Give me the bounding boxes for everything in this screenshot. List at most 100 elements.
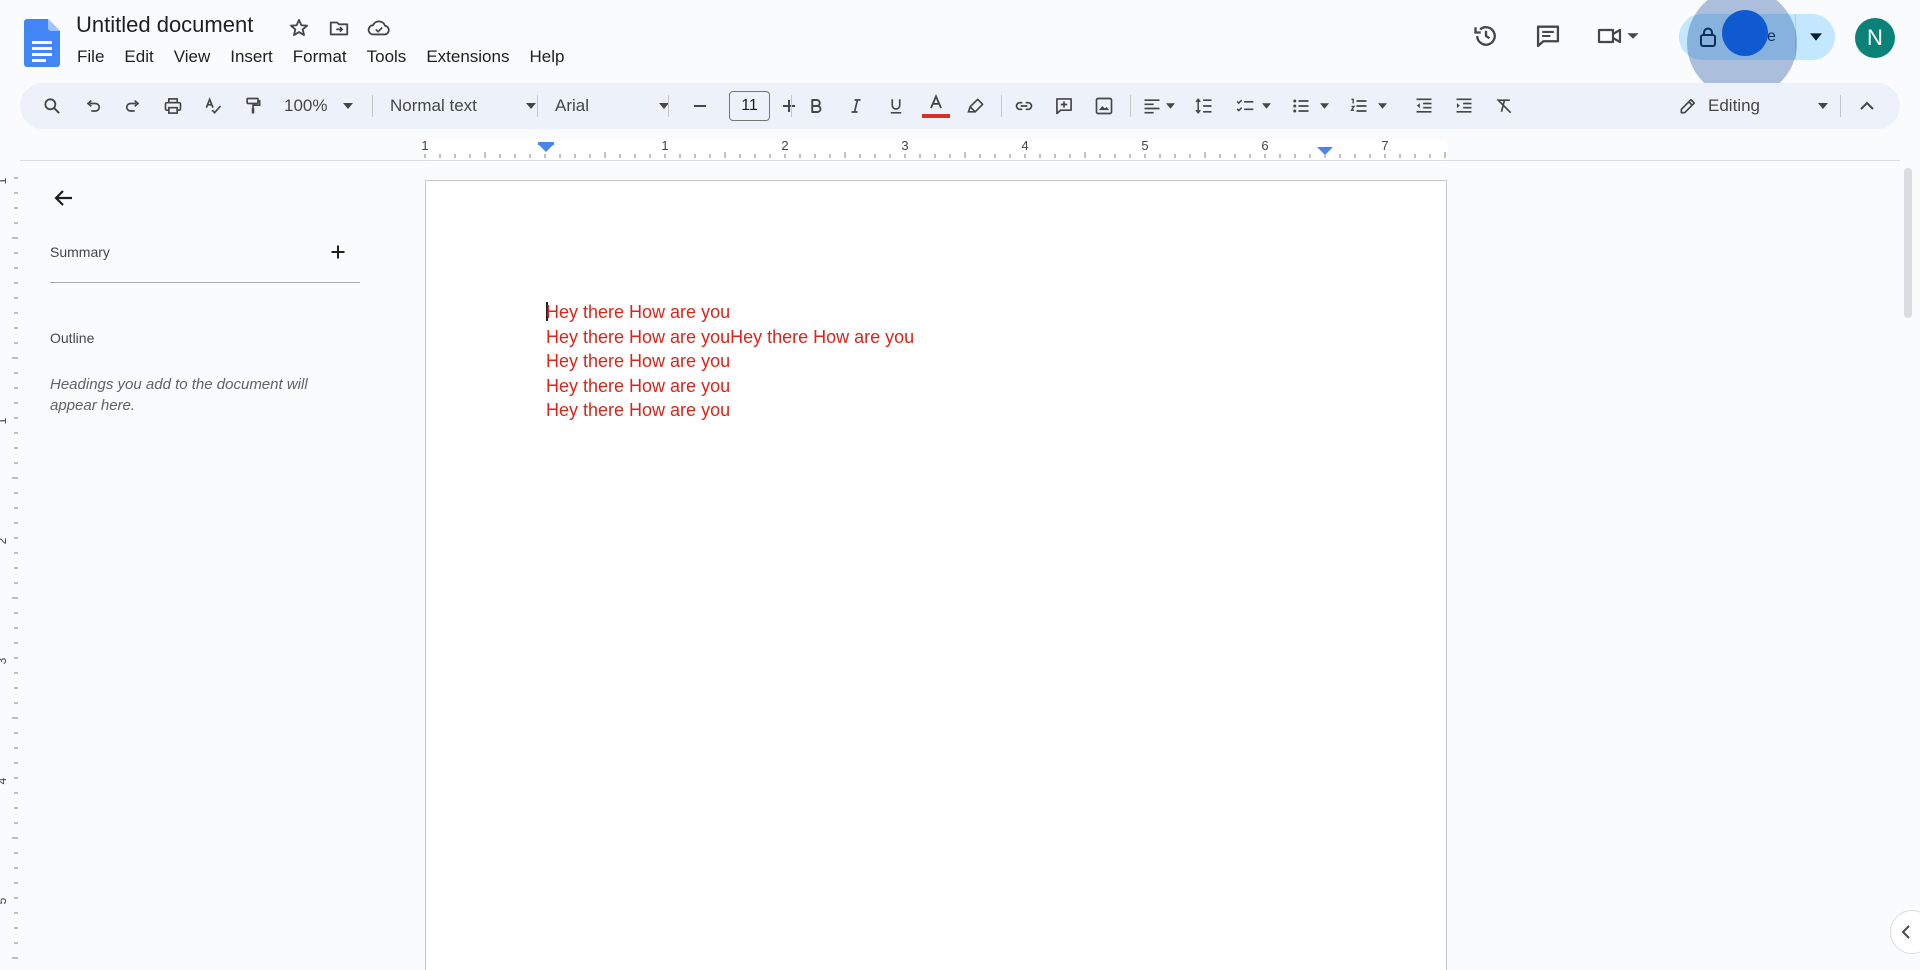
font-size-input[interactable]: 11 xyxy=(729,91,770,121)
paragraph[interactable]: Hey there How are you xyxy=(546,349,914,374)
undo-button[interactable] xyxy=(78,89,108,123)
checklist-icon xyxy=(1236,99,1253,112)
add-summary-button[interactable] xyxy=(320,234,356,270)
paragraph-text: Hey there How are you xyxy=(546,302,731,322)
chevron-down-icon xyxy=(1319,103,1329,109)
print-icon xyxy=(164,98,182,114)
highlight-color-button[interactable] xyxy=(960,89,992,123)
link-icon xyxy=(1015,101,1033,111)
avatar[interactable]: N xyxy=(1855,18,1895,58)
indent-increase-icon xyxy=(1456,98,1472,113)
vertical-ruler[interactable]: 1 1 2 3 4 5 xyxy=(0,160,20,970)
paragraph[interactable]: Hey there How are you xyxy=(546,374,914,399)
ruler-label: 7 xyxy=(1381,140,1388,153)
menu-format[interactable]: Format xyxy=(283,45,357,69)
align-button[interactable] xyxy=(1136,89,1180,123)
plus-icon xyxy=(331,245,345,259)
comments-button[interactable] xyxy=(1526,14,1570,58)
menu-file[interactable]: File xyxy=(67,45,114,69)
paragraph[interactable]: Hey there How are you xyxy=(546,300,914,325)
meet-button[interactable] xyxy=(1596,14,1654,58)
ruler-ticks: 1 1 2 3 4 5 6 7 xyxy=(421,140,1447,162)
highlighter-icon xyxy=(967,98,984,113)
bold-button[interactable] xyxy=(800,89,832,123)
menu-extensions[interactable]: Extensions xyxy=(416,45,519,69)
click-indicator-dot xyxy=(1722,10,1768,56)
outline-empty-hint: Headings you add to the document will ap… xyxy=(50,376,308,414)
spelling-check-button[interactable] xyxy=(198,89,228,123)
chevron-down-icon xyxy=(1165,103,1175,109)
document-outline-panel: Summary Outline Headings you add to the … xyxy=(20,162,420,970)
paragraph-text: Hey there How are you xyxy=(546,351,731,371)
menu-view[interactable]: View xyxy=(164,45,221,69)
menu-help[interactable]: Help xyxy=(519,45,574,69)
paragraph-style-value: Normal text xyxy=(390,96,477,115)
align-left-icon xyxy=(1144,99,1159,114)
menu-edit[interactable]: Edit xyxy=(114,45,163,69)
font-family-select[interactable]: Arial xyxy=(547,89,677,123)
paint-format-button[interactable] xyxy=(238,89,268,123)
decrease-font-size-button[interactable] xyxy=(685,89,715,123)
zoom-select[interactable]: 100% xyxy=(278,89,358,123)
chevron-left-icon xyxy=(1901,925,1910,939)
move-to-folder-icon[interactable] xyxy=(326,15,352,41)
text-color-button[interactable] xyxy=(920,89,952,123)
chevron-down-icon xyxy=(1809,33,1822,41)
line-spacing-icon xyxy=(1195,98,1212,114)
scrollbar-thumb[interactable] xyxy=(1904,168,1912,318)
paragraph-text: Hey there How are you xyxy=(546,400,731,420)
print-button[interactable] xyxy=(158,89,188,123)
share-options-button[interactable] xyxy=(1795,14,1835,60)
ruler-divider xyxy=(20,160,1900,161)
checklist-button[interactable] xyxy=(1228,89,1276,123)
menu-insert[interactable]: Insert xyxy=(220,45,283,69)
ruler-label: 4 xyxy=(1021,140,1028,153)
toolbar: 100% Normal text Arial 11 Editing xyxy=(20,83,1900,129)
paragraph[interactable]: Hey there How are youHey there How are y… xyxy=(546,325,914,350)
insert-image-button[interactable] xyxy=(1088,89,1120,123)
star-icon[interactable] xyxy=(286,15,312,41)
vertical-scrollbar[interactable] xyxy=(1902,162,1914,970)
numbered-list-button[interactable] xyxy=(1342,89,1392,123)
decrease-indent-button[interactable] xyxy=(1408,89,1440,123)
clear-formatting-button[interactable] xyxy=(1488,89,1520,123)
add-comment-button[interactable] xyxy=(1048,89,1080,123)
history-icon xyxy=(1474,26,1496,46)
chevron-down-icon xyxy=(1817,103,1828,109)
vertical-ruler-ticks: 1 1 2 3 4 5 xyxy=(0,177,18,959)
search-menus-button[interactable] xyxy=(35,89,69,123)
ruler-label: 1 xyxy=(661,140,668,153)
italic-button[interactable] xyxy=(840,89,872,123)
editing-mode-select[interactable]: Editing xyxy=(1656,89,1848,123)
redo-button[interactable] xyxy=(118,89,148,123)
increase-indent-button[interactable] xyxy=(1448,89,1480,123)
show-side-panel-button[interactable] xyxy=(1890,910,1920,954)
line-spacing-button[interactable] xyxy=(1188,89,1220,123)
chevron-up-icon xyxy=(1860,101,1874,110)
ruler-label: 6 xyxy=(1261,140,1268,153)
spellcheck-icon xyxy=(205,97,222,114)
paragraph-text: Hey there How are youHey there How are y… xyxy=(546,326,915,347)
paragraph-style-select[interactable]: Normal text xyxy=(382,89,544,123)
menu-tools[interactable]: Tools xyxy=(357,45,417,69)
underline-button[interactable] xyxy=(880,89,912,123)
google-docs-logo[interactable] xyxy=(24,19,60,67)
document-title[interactable]: Untitled document xyxy=(76,12,253,38)
ruler-label: 5 xyxy=(0,897,9,904)
insert-link-button[interactable] xyxy=(1008,89,1040,123)
version-history-button[interactable] xyxy=(1464,14,1508,58)
paragraph[interactable]: Hey there How are you xyxy=(546,398,914,423)
bulleted-list-icon xyxy=(1292,99,1308,113)
document-page[interactable]: Hey there How are you Hey there How are … xyxy=(425,180,1447,970)
first-line-indent-marker[interactable] xyxy=(538,142,554,145)
bulleted-list-button[interactable] xyxy=(1284,89,1334,123)
cloud-saved-icon[interactable] xyxy=(366,15,392,41)
toolbar-divider xyxy=(372,95,373,117)
image-icon xyxy=(1095,97,1113,115)
horizontal-ruler[interactable]: 1 1 2 3 4 5 6 7 xyxy=(0,140,1920,162)
close-outline-button[interactable] xyxy=(46,180,82,216)
document-body[interactable]: Hey there How are you Hey there How are … xyxy=(546,300,914,423)
hide-menus-button[interactable] xyxy=(1850,89,1884,123)
text-color-swatch xyxy=(922,114,950,118)
toolbar-divider xyxy=(1840,95,1841,117)
